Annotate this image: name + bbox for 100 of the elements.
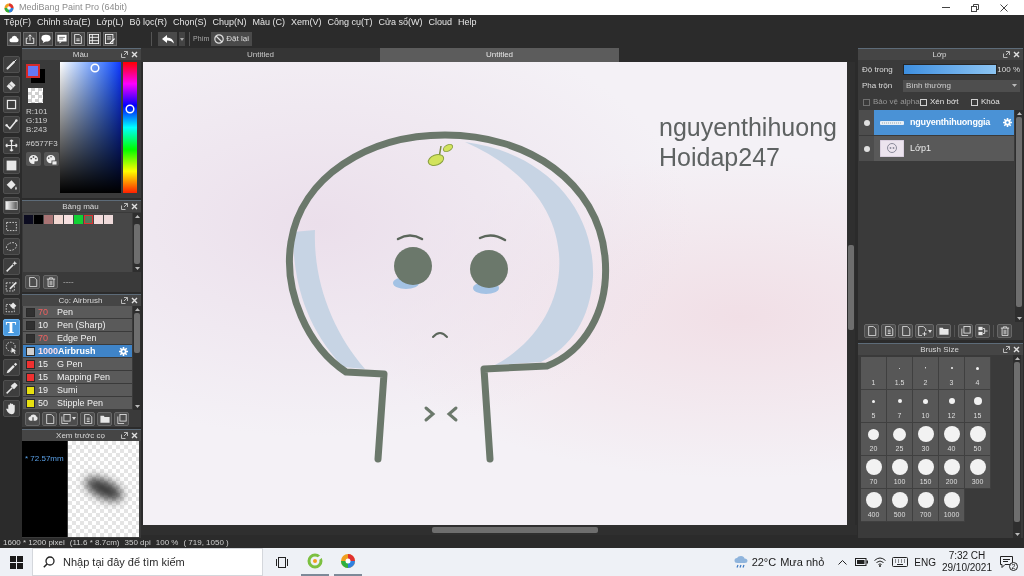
palette-button[interactable]: [26, 152, 41, 166]
brush-row[interactable]: 70 Edge Pen: [23, 332, 132, 345]
menu-item[interactable]: Cloud: [428, 17, 453, 28]
popout-icon[interactable]: [121, 203, 128, 210]
color-swatch[interactable]: [84, 215, 93, 224]
history-dropdown-button[interactable]: [179, 32, 185, 46]
clock-time[interactable]: 7:32 CH: [948, 550, 986, 562]
toolbar-button[interactable]: [23, 32, 37, 46]
color-swatch[interactable]: [54, 215, 63, 224]
search-input[interactable]: Nhập tại đây để tìm kiếm: [63, 553, 262, 571]
duplicate-button[interactable]: [958, 324, 973, 338]
close-icon[interactable]: [131, 432, 138, 439]
visibility-toggle[interactable]: [859, 110, 874, 135]
color-swatch[interactable]: [24, 215, 33, 224]
tool-button[interactable]: [2, 380, 20, 397]
battery-icon[interactable]: [855, 558, 869, 566]
language-indicator[interactable]: ENG: [914, 554, 936, 570]
vertical-scrollbar[interactable]: [847, 62, 855, 525]
search-field[interactable]: Nhập tại đây để tìm kiếm: [32, 548, 263, 576]
background-color-swatch[interactable]: [26, 64, 45, 83]
scrollbar-thumb[interactable]: [848, 245, 854, 330]
tool-button[interactable]: [2, 218, 20, 235]
tool-button[interactable]: T: [2, 319, 20, 336]
vertical-scrollbar[interactable]: [1015, 110, 1023, 322]
tool-button[interactable]: [2, 298, 20, 315]
add-layer-button[interactable]: [915, 324, 934, 338]
scrollbar-thumb[interactable]: [134, 224, 140, 264]
scrollbar-thumb[interactable]: [1016, 117, 1022, 307]
duplicate-button[interactable]: [114, 411, 129, 426]
tool-button[interactable]: [2, 258, 20, 275]
toolbar-button[interactable]: [7, 32, 21, 46]
hue-slider[interactable]: [123, 62, 137, 193]
toolbar-button[interactable]: [71, 32, 85, 46]
menu-item[interactable]: Tệp(F): [4, 17, 31, 28]
vertical-scrollbar[interactable]: [133, 306, 141, 410]
color-swatch[interactable]: [74, 215, 83, 224]
menu-item[interactable]: Chụp(N): [212, 17, 247, 28]
tool-button[interactable]: [2, 76, 20, 93]
popout-icon[interactable]: [1003, 346, 1010, 353]
menu-item[interactable]: Chỉnh sửa(E): [37, 17, 91, 28]
menu-item[interactable]: Lớp(L): [96, 17, 124, 28]
document-button[interactable]: [80, 411, 95, 426]
popout-icon[interactable]: [121, 297, 128, 304]
tool-button[interactable]: [2, 137, 20, 154]
delete-button[interactable]: [43, 275, 58, 289]
color-swatch[interactable]: [64, 215, 73, 224]
new-layer-button[interactable]: [898, 324, 913, 338]
menu-item[interactable]: Màu (C): [252, 17, 286, 28]
undo-button[interactable]: [158, 32, 177, 46]
vertical-scrollbar[interactable]: [1013, 355, 1021, 538]
close-icon[interactable]: [131, 51, 138, 58]
folder-button[interactable]: [97, 411, 112, 426]
document-tab[interactable]: Untitled: [141, 48, 380, 62]
horizontal-scrollbar[interactable]: [141, 525, 857, 535]
close-icon[interactable]: [131, 203, 138, 210]
toolbar-button[interactable]: [39, 32, 53, 46]
popout-icon[interactable]: [121, 432, 128, 439]
menu-item[interactable]: Công cụ(T): [327, 17, 373, 28]
vertical-scrollbar[interactable]: [133, 213, 141, 272]
brush-row[interactable]: 70 Pen: [23, 306, 132, 319]
menu-item[interactable]: Cửa sổ(W): [378, 17, 423, 28]
color-swatch[interactable]: [94, 215, 103, 224]
cloud-button[interactable]: [25, 411, 40, 426]
color-swatch[interactable]: [104, 215, 113, 224]
tool-button[interactable]: [2, 238, 20, 255]
tool-button[interactable]: [2, 116, 20, 133]
brush-row[interactable]: 10 Pen (Sharp): [23, 319, 132, 332]
transparent-swatch[interactable]: [28, 88, 43, 103]
tool-button[interactable]: [2, 400, 20, 417]
tool-button[interactable]: [2, 96, 20, 113]
palette-settings-button[interactable]: [44, 152, 59, 166]
visibility-toggle[interactable]: [859, 136, 874, 161]
toolbar-button[interactable]: [55, 32, 69, 46]
tool-button[interactable]: [2, 278, 20, 295]
popout-icon[interactable]: [1003, 51, 1010, 58]
tool-button[interactable]: [2, 359, 20, 376]
toolbar-button[interactable]: [103, 32, 117, 46]
tool-button[interactable]: [2, 177, 20, 194]
wifi-icon[interactable]: [874, 557, 887, 567]
popout-icon[interactable]: [121, 51, 128, 58]
clock-date[interactable]: 29/10/2021: [941, 562, 992, 574]
color-swatch[interactable]: [34, 215, 43, 224]
brush-row[interactable]: 1000Airbrush: [23, 345, 132, 358]
brush-row[interactable]: 15 G Pen: [23, 358, 132, 371]
new-layer-button[interactable]: [864, 324, 879, 338]
new-button[interactable]: [25, 275, 40, 289]
brush-row[interactable]: 19 Sumi: [23, 384, 132, 397]
close-icon[interactable]: [131, 297, 138, 304]
tool-button[interactable]: [2, 157, 20, 174]
brush-row[interactable]: 50 Stipple Pen: [23, 397, 132, 410]
layer-row[interactable]: nguyenthihuonggia: [874, 110, 1014, 135]
brush-row[interactable]: 15 Mapping Pen: [23, 371, 132, 384]
menu-item[interactable]: Bộ lọc(R): [129, 17, 167, 28]
document-tab[interactable]: Untitled: [380, 48, 619, 62]
tool-button[interactable]: [2, 197, 20, 214]
scrollbar-thumb[interactable]: [1014, 362, 1020, 522]
close-icon[interactable]: [1013, 346, 1020, 353]
reset-button[interactable]: Đặt lại: [211, 32, 253, 46]
blend-mode-dropdown[interactable]: Bình thường: [903, 79, 1020, 92]
new-layer-button[interactable]: [881, 324, 896, 338]
